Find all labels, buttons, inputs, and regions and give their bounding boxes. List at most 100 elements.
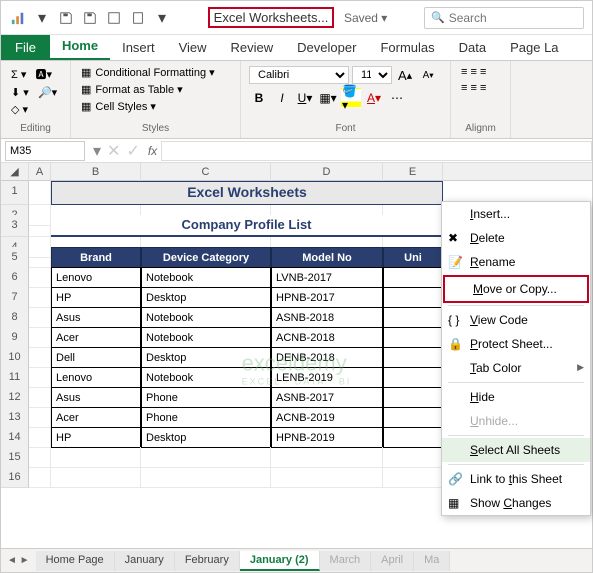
align-left-button[interactable]: ≡ ≡ ≡ [459, 81, 502, 95]
data-cell[interactable] [383, 367, 443, 388]
fill-button[interactable]: ⬇ ▾ 🔎▾ [9, 85, 62, 100]
save-icon[interactable] [57, 9, 75, 27]
search-box[interactable]: 🔍 [424, 7, 584, 29]
row-header[interactable]: 14 [1, 427, 29, 448]
file-tab[interactable]: File [1, 35, 50, 60]
data-cell[interactable]: DENB-2018 [271, 347, 383, 368]
data-cell[interactable]: HP [51, 287, 141, 308]
formula-bar[interactable] [161, 141, 592, 161]
data-cell[interactable]: Notebook [141, 367, 271, 388]
row-header[interactable]: 6 [1, 267, 29, 288]
data-cell[interactable]: Phone [141, 407, 271, 428]
sheet-tab[interactable]: March [320, 551, 372, 571]
row-header[interactable]: 15 [1, 447, 29, 468]
context-menu-item[interactable]: Link to this Sheet🔗 [442, 467, 590, 491]
new-icon[interactable] [129, 9, 147, 27]
clear-button[interactable]: ◇ ▾ [9, 102, 62, 117]
data-cell[interactable]: ACNB-2019 [271, 407, 383, 428]
row-header[interactable]: 13 [1, 407, 29, 428]
sum-button[interactable]: Σ ▾ 🅰▾ [9, 65, 62, 83]
data-cell[interactable] [383, 387, 443, 408]
undo-icon[interactable] [105, 9, 123, 27]
context-menu-item[interactable]: Select All Sheets [442, 438, 590, 462]
enter-icon[interactable]: ✓ [126, 141, 139, 161]
name-box[interactable] [5, 141, 85, 161]
cancel-icon[interactable]: ✕ [107, 141, 120, 161]
tab-insert[interactable]: Insert [110, 35, 167, 60]
cell-styles-button[interactable]: ▦Cell Styles ▾ [79, 99, 232, 114]
data-cell[interactable] [383, 287, 443, 308]
data-cell[interactable] [383, 327, 443, 348]
data-cell[interactable]: Asus [51, 307, 141, 328]
sheet-tab[interactable]: February [175, 551, 240, 571]
data-cell[interactable] [383, 307, 443, 328]
col-c[interactable]: C [141, 163, 271, 181]
tab-home[interactable]: Home [50, 33, 110, 60]
data-cell[interactable]: HPNB-2019 [271, 427, 383, 448]
data-cell[interactable] [383, 267, 443, 288]
row-header[interactable]: 11 [1, 367, 29, 388]
tab-view[interactable]: View [167, 35, 219, 60]
data-cell[interactable]: LVNB-2017 [271, 267, 383, 288]
data-cell[interactable]: Lenovo [51, 267, 141, 288]
row-header[interactable]: 12 [1, 387, 29, 408]
fx-label[interactable]: fx [148, 144, 157, 158]
cond-format-button[interactable]: ▦Conditional Formatting ▾ [79, 65, 232, 80]
row-header[interactable]: 5 [1, 247, 29, 268]
more-icon[interactable]: ▾ [153, 9, 171, 27]
context-menu-item[interactable]: Tab Color▶ [442, 356, 590, 380]
col-a[interactable]: A [29, 163, 51, 181]
dropdown-icon[interactable]: ▾ [33, 9, 51, 27]
font-size-select[interactable]: 11 [352, 66, 392, 84]
tab-pagelayout[interactable]: Page La [498, 35, 570, 60]
col-d[interactable]: D [271, 163, 383, 181]
data-cell[interactable]: Desktop [141, 347, 271, 368]
data-cell[interactable]: Phone [141, 387, 271, 408]
data-cell[interactable]: Dell [51, 347, 141, 368]
border-button[interactable]: ▦▾ [318, 88, 338, 108]
fill-color-button[interactable]: 🪣▾ [341, 88, 361, 108]
formula-dropdown-icon[interactable]: ▾ [93, 141, 101, 161]
data-cell[interactable] [383, 407, 443, 428]
row-header[interactable]: 8 [1, 307, 29, 328]
row-header[interactable]: 1 [1, 181, 29, 205]
data-cell[interactable]: HP [51, 427, 141, 448]
data-cell[interactable]: ACNB-2018 [271, 327, 383, 348]
align-top-button[interactable]: ≡ ≡ ≡ [459, 65, 502, 79]
context-menu-item[interactable]: Delete✖ [442, 226, 590, 250]
font-dialog-button[interactable]: ⋯ [387, 88, 407, 108]
row-header[interactable]: 9 [1, 327, 29, 348]
decrease-font-button[interactable]: A▾ [418, 65, 438, 85]
data-cell[interactable] [383, 347, 443, 368]
context-menu-item[interactable]: Insert... [442, 202, 590, 226]
data-cell[interactable]: Lenovo [51, 367, 141, 388]
sheet-tab[interactable]: Home Page [36, 551, 115, 571]
tab-nav-arrows[interactable]: ◄ ► [1, 555, 36, 566]
autosave-icon[interactable] [9, 9, 27, 27]
data-cell[interactable] [383, 427, 443, 448]
search-input[interactable] [449, 11, 577, 25]
save-alt-icon[interactable] [81, 9, 99, 27]
sheet-tab[interactable]: April [371, 551, 414, 571]
data-cell[interactable]: LENB-2019 [271, 367, 383, 388]
row-header[interactable]: 16 [1, 467, 29, 488]
context-menu-item[interactable]: Rename📝 [442, 250, 590, 274]
data-cell[interactable]: Notebook [141, 307, 271, 328]
tab-formulas[interactable]: Formulas [368, 35, 446, 60]
data-cell[interactable]: Asus [51, 387, 141, 408]
data-cell[interactable]: Acer [51, 327, 141, 348]
data-cell[interactable]: ASNB-2017 [271, 387, 383, 408]
tab-data[interactable]: Data [447, 35, 498, 60]
sheet-tab[interactable]: Ma [414, 551, 450, 571]
data-cell[interactable]: HPNB-2017 [271, 287, 383, 308]
sheet-tab[interactable]: January (2) [240, 551, 320, 571]
format-table-button[interactable]: ▦Format as Table ▾ [79, 82, 232, 97]
context-menu-item[interactable]: Protect Sheet...🔒 [442, 332, 590, 356]
data-cell[interactable]: Notebook [141, 327, 271, 348]
context-menu-item[interactable]: View Code{ } [442, 308, 590, 332]
italic-button[interactable]: I [272, 88, 292, 108]
context-menu-item[interactable]: Hide [442, 385, 590, 409]
row-header[interactable]: 10 [1, 347, 29, 368]
data-cell[interactable]: Desktop [141, 427, 271, 448]
data-cell[interactable]: Acer [51, 407, 141, 428]
